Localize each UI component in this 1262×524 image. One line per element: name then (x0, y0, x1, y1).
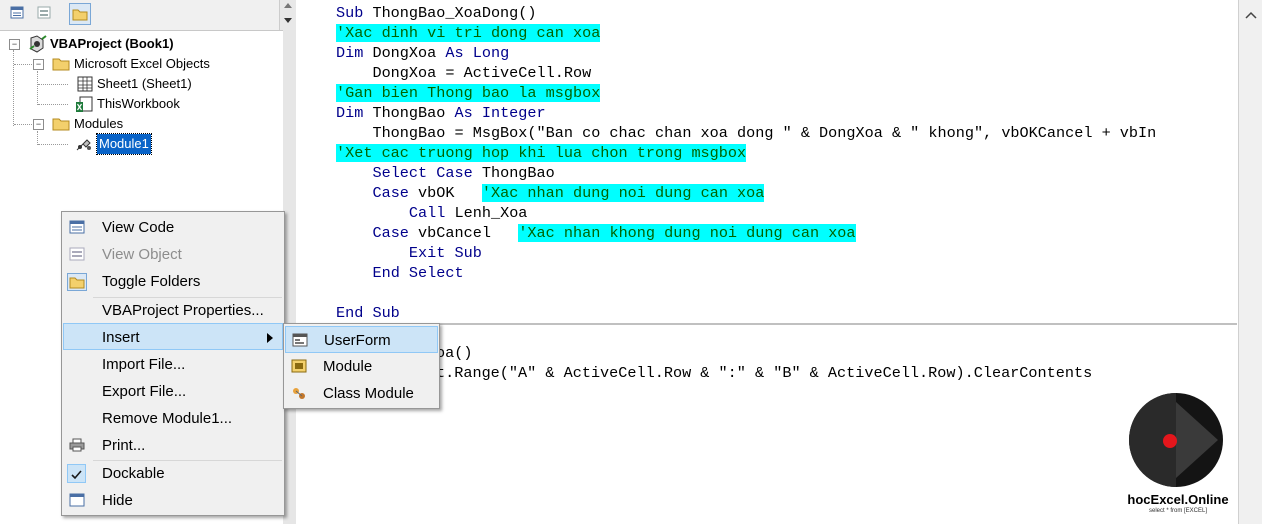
tree-label: ThisWorkbook (97, 96, 180, 111)
hide-icon (69, 493, 85, 507)
form-icon (37, 6, 51, 19)
code-line: Case vbCancel 'Xac nhan khong dung noi d… (372, 224, 856, 242)
code-line: oa() (436, 344, 473, 362)
explorer-scrollbar[interactable] (279, 0, 296, 30)
submenu-arrow-icon (267, 333, 273, 343)
menu-item-export-file[interactable]: Export File... (63, 378, 283, 405)
code-line: 'Xet cac truong hop khi lua chon trong m… (336, 144, 747, 162)
menu-item-project-properties[interactable]: VBAProject Properties... (63, 297, 283, 324)
submenu-item-userform[interactable]: UserForm (285, 326, 438, 353)
collapse-icon[interactable]: − (33, 119, 44, 130)
class-module-icon (293, 388, 305, 399)
scroll-down-arrow-icon (284, 3, 292, 23)
workbook-icon (76, 96, 93, 112)
tree-label: Modules (74, 116, 124, 131)
check-icon (67, 464, 86, 483)
code-margin-bar (296, 0, 326, 524)
folder-open-icon (52, 58, 70, 71)
menu-item-remove-module[interactable]: Remove Module1... (63, 405, 283, 432)
code-line: End Sub (336, 304, 400, 322)
menu-item-dockable[interactable]: Dockable (63, 460, 283, 487)
context-menu: View Code View Object Toggle Folders VBA… (61, 211, 285, 516)
menu-item-hide[interactable]: Hide (63, 487, 283, 514)
userform-icon (292, 333, 308, 347)
insert-submenu: UserForm Module Class Module (283, 323, 440, 409)
view-object-button[interactable] (34, 3, 56, 25)
folder-icon (72, 9, 88, 21)
printer-icon (69, 438, 85, 452)
code-line: Exit Sub (408, 244, 482, 262)
menu-item-view-object[interactable]: View Object (63, 241, 283, 268)
tree-label: Sheet1 (Sheet1) (97, 76, 192, 91)
view-object-icon (69, 247, 85, 261)
logo-title: hocExcel.Online (1127, 492, 1229, 507)
code-line: DongXoa = ActiveCell.Row (336, 64, 592, 82)
view-code-icon (69, 220, 85, 234)
logo-tagline: select * from [EXCEL] (1148, 508, 1208, 514)
worksheet-icon (77, 76, 93, 92)
code-vertical-scrollbar[interactable] (1238, 0, 1262, 524)
code-line: 'Xac dinh vi tri dong can xoa (336, 24, 601, 42)
code-line: Dim DongXoa As Long (336, 44, 510, 62)
menu-item-import-file[interactable]: Import File... (63, 351, 283, 378)
menu-item-insert[interactable]: Insert (63, 323, 283, 350)
code-line: Select Case ThongBao (372, 164, 555, 182)
code-line: t.Range("A" & ActiveCell.Row & ":" & "B"… (436, 364, 1093, 382)
tree-label: Module1 (96, 133, 152, 155)
module-icon (10, 6, 24, 19)
scroll-up-arrow-icon (1245, 11, 1257, 19)
view-code-button[interactable] (7, 3, 29, 25)
submenu-item-module[interactable]: Module (285, 353, 438, 380)
collapse-icon[interactable]: − (33, 59, 44, 70)
code-line: End Select (372, 264, 464, 282)
code-line: Dim ThongBao As Integer (336, 104, 546, 122)
submenu-item-class-module[interactable]: Class Module (285, 380, 438, 407)
menu-item-print[interactable]: Print... (63, 432, 283, 459)
tree-label: VBAProject (Book1) (50, 36, 174, 51)
folder-open-icon (52, 118, 70, 131)
menu-item-view-code[interactable]: View Code (63, 214, 283, 241)
module-icon (291, 359, 307, 373)
tree-label: Microsoft Excel Objects (74, 56, 210, 71)
menu-item-toggle-folders[interactable]: Toggle Folders (63, 268, 283, 295)
vba-project-icon (29, 35, 47, 53)
hocexcel-logo: hocExcel.Online select * from [EXCEL] (1120, 388, 1236, 524)
code-line: Case vbOK 'Xac nhan dung noi dung can xo… (372, 184, 765, 202)
module-icon (76, 139, 91, 151)
code-line: Sub ThongBao_XoaDong() (336, 4, 537, 22)
code-line: ThongBao = MsgBox("Ban co chac chan xoa … (336, 124, 1157, 142)
collapse-icon[interactable]: − (9, 39, 20, 50)
code-line: 'Gan bien Thong bao la msgbox (336, 84, 601, 102)
explorer-toolbar (0, 0, 296, 31)
play-logo-icon (1129, 393, 1223, 487)
code-line: Call Lenh_Xoa (408, 204, 528, 222)
folder-icon (67, 273, 87, 291)
toggle-folders-button[interactable] (69, 3, 91, 25)
